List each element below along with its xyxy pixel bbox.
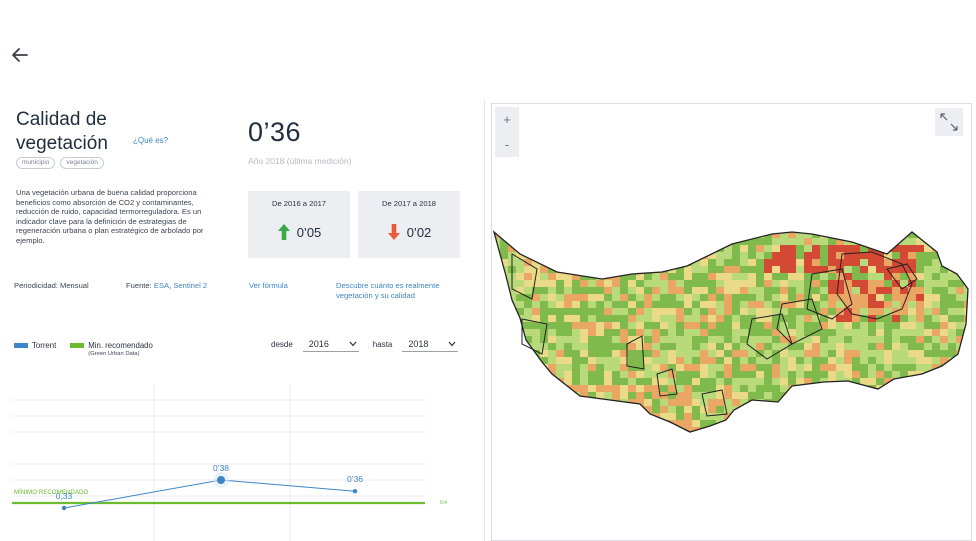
indicator-title: Calidad de vegetación — [16, 109, 108, 154]
data-label: 0’38 — [213, 463, 229, 473]
arrow-up-icon — [277, 224, 290, 240]
to-year-select[interactable]: 2018 — [402, 336, 459, 352]
source-label: Fuente: — [126, 281, 152, 290]
data-point — [61, 505, 67, 511]
current-value-subtitle: Año 2018 (última medición) — [248, 156, 352, 166]
data-point — [352, 489, 358, 494]
to-year-value: 2018 — [408, 338, 429, 349]
legend-item-min[interactable]: Min. recomendado (Green Urban Data) — [70, 341, 153, 357]
zoom-out-button[interactable]: - — [495, 132, 519, 157]
change-card-2017-2018: De 2017 a 2018 0’02 — [358, 191, 460, 258]
source-esa-link[interactable]: ESA — [154, 281, 169, 290]
legend-swatch — [14, 343, 28, 348]
fullscreen-button[interactable] — [935, 108, 963, 136]
back-button[interactable] — [9, 44, 31, 66]
panel-divider — [484, 100, 485, 541]
chart-legend: Torrent Min. recomendado (Green Urban Da… — [14, 341, 153, 357]
date-range: desde 2016 hasta 2018 — [271, 336, 459, 352]
data-point — [217, 476, 225, 484]
data-label: 0,33 — [56, 491, 73, 501]
vegetation-map[interactable]: + - — [491, 103, 972, 541]
zoom-control: + - — [495, 107, 519, 157]
chevron-down-icon — [349, 341, 357, 346]
legend-sublabel: (Green Urban Data) — [88, 351, 140, 357]
data-label: 0’36 — [347, 474, 363, 484]
tag-municipio: municipio — [16, 157, 56, 169]
indicator-description: Una vegetación urbana de buena calidad p… — [16, 188, 204, 245]
change-card-2016-2017: De 2016 a 2017 0’05 — [248, 191, 350, 258]
vegetation-line-chart: MÍNIMO RECOMENDADO 0.4 0,33 0’38 0’36 — [12, 384, 447, 541]
reference-line-value: 0.4 — [440, 500, 447, 506]
arrow-left-icon — [12, 48, 28, 62]
from-year-value: 2016 — [308, 338, 329, 349]
source-sentinel-link[interactable]: Sentinel 2 — [173, 281, 207, 290]
legend-label: Torrent — [32, 341, 57, 350]
vegetation-raster — [492, 230, 969, 433]
formula-link[interactable]: Ver fórmula — [249, 281, 288, 290]
zoom-in-button[interactable]: + — [495, 107, 519, 132]
legend-swatch — [70, 343, 85, 348]
indicator-panel: Calidad de vegetación ¿Qué es? municipio… — [0, 100, 478, 541]
change-card-label: De 2017 a 2018 — [381, 199, 437, 208]
legend-label: Min. recomendado — [88, 341, 153, 350]
from-label: desde — [271, 339, 293, 349]
expand-icon — [940, 113, 958, 131]
current-value: 0’36 — [248, 117, 302, 147]
help-link[interactable]: ¿Qué es? — [133, 136, 168, 145]
chevron-down-icon — [448, 341, 456, 346]
periodicity: Periodicidad: Mensual — [14, 281, 89, 290]
change-card-value: 0’02 — [406, 224, 432, 240]
to-label: hasta — [372, 339, 393, 349]
tag-vegetacion: vegetación — [60, 157, 104, 169]
tag-list: municipio vegetación — [16, 157, 104, 169]
change-card-label: De 2016 a 2017 — [271, 199, 327, 208]
raster-cells — [494, 232, 968, 432]
arrow-down-icon — [387, 224, 400, 240]
from-year-select[interactable]: 2016 — [302, 336, 359, 352]
reference-line-label: MÍNIMO RECOMENDADO — [14, 489, 88, 496]
change-card-value: 0’05 — [296, 224, 322, 240]
legend-item-torrent[interactable]: Torrent — [14, 341, 56, 350]
discover-link[interactable]: Descubre cuánto es realmente vegetación … — [336, 281, 466, 301]
data-source: Fuente: ESA, Sentinel 2 — [126, 281, 208, 290]
